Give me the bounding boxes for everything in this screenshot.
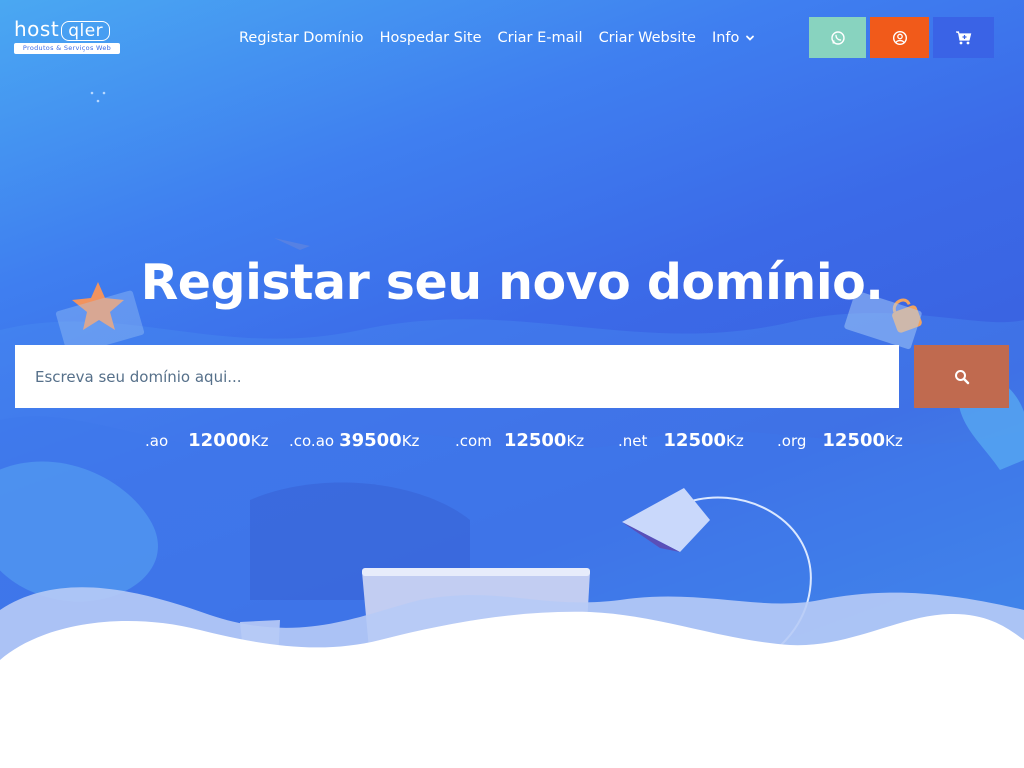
price-tld: .net [618, 432, 648, 450]
whatsapp-icon [830, 30, 845, 45]
page-title: Registar seu novo domínio. [140, 254, 884, 311]
price-currency: Kz [726, 432, 744, 450]
price-tld: .ao [145, 432, 169, 450]
logo[interactable]: host qler Produtos & Serviços Web [14, 18, 122, 58]
price-tld: .co.ao [289, 432, 335, 450]
price-currency: Kz [566, 432, 585, 450]
price-tld: .com [455, 432, 492, 450]
search-icon [954, 369, 969, 384]
nav-item-hospedar-site[interactable]: Hospedar Site [380, 30, 482, 46]
price-item-ao: .ao 12000 Kz [145, 430, 268, 454]
logo-text: host [14, 17, 60, 41]
logo-wordmark: host qler [14, 17, 111, 41]
price-currency: Kz [401, 432, 420, 450]
price-amount: 12500 [503, 430, 567, 451]
user-circle-icon [892, 30, 907, 45]
cart-icon [956, 30, 972, 44]
nav-item-registar-dominio[interactable]: Registar Domínio [239, 30, 364, 46]
cart-button[interactable] [933, 17, 994, 58]
nav-item-criar-website[interactable]: Criar Website [599, 30, 696, 46]
whatsapp-button[interactable] [809, 17, 866, 58]
nav-item-info[interactable]: Info [712, 30, 755, 46]
main-nav: Registar Domínio Hospedar Site Criar E-m… [239, 28, 771, 48]
price-currency: Kz [885, 432, 903, 450]
price-amount: 12000 [188, 430, 251, 451]
account-button[interactable] [870, 17, 929, 58]
price-item-org: .org 12500 Kz [777, 430, 903, 454]
nav-info-label: Info [711, 30, 740, 46]
logo-tagline: Produtos & Serviços Web [14, 43, 120, 54]
price-currency: Kz [250, 432, 269, 450]
decor-dot [90, 91, 94, 95]
price-amount: 39500 [339, 430, 402, 451]
hero-section: host qler Produtos & Serviços Web Regista… [0, 0, 1024, 768]
price-amount: 12500 [822, 430, 885, 451]
decor-dot [102, 91, 106, 95]
chevron-down-icon [746, 35, 755, 41]
price-item-net: .net 12500 Kz [618, 430, 744, 454]
price-tld: .org [777, 432, 807, 450]
price-amount: 12500 [663, 430, 727, 451]
price-item-co-ao: .co.ao 39500 Kz [289, 430, 419, 454]
search-button[interactable] [914, 345, 1009, 408]
decor-dot [96, 99, 100, 103]
logo-box-text: qler [61, 21, 111, 41]
domain-search-input[interactable] [15, 345, 899, 408]
price-item-com: .com 12500 Kz [455, 430, 584, 454]
nav-item-criar-email[interactable]: Criar E-mail [498, 30, 583, 46]
